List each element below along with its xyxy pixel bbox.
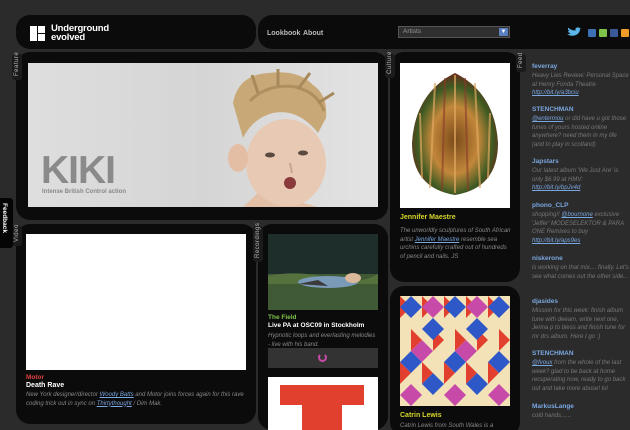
- feedback-label: Feedback: [1, 203, 8, 233]
- loading-spinner-icon: [318, 353, 327, 362]
- feed-text-4: shopping!! @bournone exclusive 'Jeffer' …: [532, 211, 630, 245]
- field-photo: [268, 234, 378, 310]
- culture-item-1-text: The unworldly sculptures of South Africa…: [400, 227, 512, 261]
- feed-user-7[interactable]: STENCHMAN: [532, 350, 630, 357]
- culture-item-2-text: Catrin Lewis from South Wales is a: [400, 423, 494, 429]
- feed-user-8[interactable]: MarkusLange: [532, 403, 630, 410]
- feed-user-2[interactable]: STENCHMAN: [532, 106, 630, 113]
- feed-icon[interactable]: [621, 29, 629, 37]
- facebook-icon[interactable]: [610, 29, 618, 37]
- feed-user-3[interactable]: Japstars: [532, 158, 630, 165]
- feed-mention-4[interactable]: @bournone: [561, 212, 592, 218]
- video-link-1[interactable]: Woody Batts: [100, 392, 134, 398]
- video-link-2[interactable]: Thirtythought: [97, 401, 132, 407]
- nav-lookbook[interactable]: Lookbook: [267, 30, 300, 37]
- recording-title[interactable]: Live PA at OSC09 in Stockholm: [268, 322, 364, 329]
- feed-text-2: @entermou or did have u got those tunes …: [532, 115, 630, 149]
- tab-video[interactable]: Video: [12, 224, 22, 246]
- feed-text-5: is working on that mix.... finally. Let'…: [532, 265, 629, 280]
- logo-icon[interactable]: [30, 26, 45, 41]
- artists-select[interactable]: Artists ▼: [398, 26, 510, 38]
- feed-text-1: Heavy Lies Review: Personal Space at Hen…: [532, 72, 630, 98]
- recording-image-2[interactable]: [268, 377, 378, 430]
- feed-text-4-a: shopping!!: [532, 212, 562, 218]
- chevron-down-icon[interactable]: ▼: [499, 28, 508, 36]
- twitter-bird-icon[interactable]: [566, 27, 582, 38]
- video-text-a: New York designer/director: [26, 392, 100, 398]
- feed-text-7: @fvoux from the whole of the last week? …: [532, 359, 630, 393]
- logo-text[interactable]: Underground evolved: [51, 24, 109, 43]
- recording-image[interactable]: [268, 234, 378, 310]
- tab-feed[interactable]: Feed: [516, 52, 526, 72]
- urchin-sculpture: [412, 73, 498, 195]
- feed-text-3: Our latest album 'We Just Are' is only $…: [532, 167, 630, 193]
- culture-item-1: Jennifer Maestre The unworldly sculpture…: [400, 214, 512, 261]
- feed-text-8: cold hands......: [532, 413, 572, 419]
- feed-link-1[interactable]: http://bit.ly/a3bciu: [532, 90, 579, 96]
- artists-select-value: Artists: [403, 28, 422, 35]
- tab-feature[interactable]: Feature: [12, 52, 22, 80]
- geometric-pattern: [400, 296, 510, 406]
- video-text: New York designer/director Woody Batts a…: [26, 391, 251, 408]
- feed-item-5: niskerone is working on that mix.... fin…: [532, 255, 630, 281]
- feature-hero-image[interactable]: KIKI Intense British Control action: [28, 63, 378, 207]
- feed-mention-7[interactable]: @fvoux: [532, 360, 552, 366]
- feed-user-6[interactable]: djasides: [532, 298, 630, 305]
- feed-link-4[interactable]: http://bit.ly/aps9es: [532, 238, 580, 244]
- red-shape-graphic: [280, 385, 364, 430]
- feed-item-8: MarkusLange cold hands......: [532, 403, 630, 421]
- nav-about[interactable]: About: [303, 30, 323, 37]
- hero-subtitle: Intense British Control action: [42, 189, 127, 195]
- feedback-tab[interactable]: Feedback: [0, 198, 13, 248]
- video-text-c: / Dim Mak.: [131, 400, 163, 407]
- video-tag[interactable]: Motor: [26, 374, 44, 381]
- culture-image-urchin[interactable]: [400, 63, 510, 208]
- feed-user-5[interactable]: niskerone: [532, 255, 630, 262]
- feed-user-1[interactable]: feverray: [532, 63, 630, 70]
- rss-icon[interactable]: [599, 29, 607, 37]
- tab-culture[interactable]: Culture: [385, 51, 395, 78]
- feed-item-3: Japstars Our latest album 'We Just Are' …: [532, 158, 630, 193]
- video-title[interactable]: Death Rave: [26, 382, 64, 389]
- feed-item-6: djasides Mission for this week: finish a…: [532, 298, 630, 341]
- recording-text: Hypnotic loops and everlasting melodies …: [268, 333, 376, 348]
- myspace-icon[interactable]: [588, 29, 596, 37]
- culture-item-2-title[interactable]: Catrin Lewis: [400, 412, 442, 419]
- feed-mention-2[interactable]: @entermou: [532, 116, 563, 122]
- hero-title: KIKI: [41, 149, 116, 192]
- culture-image-pattern[interactable]: [400, 296, 510, 406]
- feed-link-3[interactable]: http://bit.ly/bpJv4d: [532, 185, 580, 191]
- tab-recordings[interactable]: Recordings: [253, 223, 263, 262]
- feed-user-4[interactable]: phono_CLP: [532, 202, 630, 209]
- feed-item-1: feverray Heavy Lies Review: Personal Spa…: [532, 63, 630, 98]
- feed-item-2: STENCHMAN @entermou or did have u got th…: [532, 106, 630, 149]
- audio-player[interactable]: [268, 348, 378, 368]
- video-player[interactable]: [26, 234, 246, 370]
- recording-tag[interactable]: The Field: [268, 314, 297, 321]
- feed-item-4: phono_CLP shopping!! @bournone exclusive…: [532, 202, 630, 245]
- feed-text-3-body: Our latest album 'We Just Are' is only $…: [532, 168, 619, 183]
- culture-item-1-title[interactable]: Jennifer Maestre: [400, 214, 512, 221]
- culture-item-1-link[interactable]: Jennifer Maestre: [415, 237, 460, 243]
- feed-text-6: Mission for this week: finish album tune…: [532, 308, 626, 340]
- feed-item-7: STENCHMAN @fvoux from the whole of the l…: [532, 350, 630, 393]
- feed-text-1-body: Heavy Lies Review: Personal Space at Hen…: [532, 73, 629, 88]
